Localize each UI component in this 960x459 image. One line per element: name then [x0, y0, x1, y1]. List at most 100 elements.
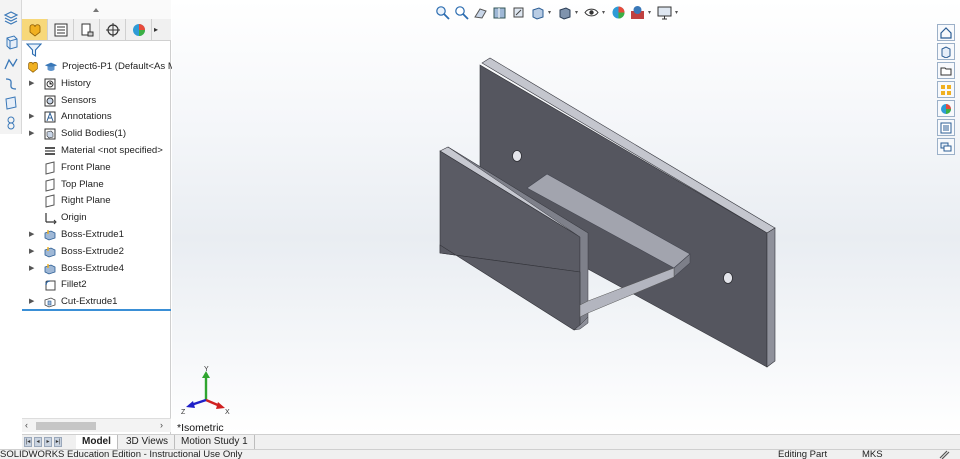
collapse-arrow-icon[interactable] — [92, 6, 100, 14]
tree-item[interactable]: Right Plane — [22, 193, 171, 210]
custom-properties-tab[interactable] — [937, 119, 955, 136]
tree-item[interactable]: ▶ History — [22, 76, 171, 93]
appearances-scenes-tab[interactable] — [937, 100, 955, 117]
tree-item[interactable]: Sensors — [22, 93, 171, 110]
tree-item[interactable]: ▶ Solid Bodies(1) — [22, 126, 171, 143]
dynamic-annotation-button[interactable] — [510, 4, 527, 21]
hide-show-dropdown[interactable]: ▾ — [602, 9, 608, 16]
tree-item[interactable]: Origin — [22, 210, 171, 227]
expand-arrow-icon[interactable]: ▶ — [29, 109, 37, 126]
mounting-hole-lower — [723, 272, 733, 284]
tab-display-manager[interactable] — [126, 19, 152, 40]
sensor-icon — [44, 95, 56, 107]
expand-arrow-icon[interactable]: ▶ — [29, 76, 37, 93]
first-tab-button[interactable]: |◂ — [24, 437, 32, 447]
origin-icon — [45, 213, 57, 225]
expand-arrow-icon[interactable]: ▶ — [29, 294, 37, 311]
tab-property-manager[interactable] — [48, 19, 74, 40]
surface-icon[interactable] — [3, 95, 19, 111]
tree-item-label: Boss-Extrude1 — [61, 228, 124, 240]
folder-icon — [940, 67, 952, 75]
weldment-icon[interactable] — [3, 115, 19, 131]
scroll-right-arrow-icon[interactable]: › — [160, 420, 163, 430]
display-style-dropdown[interactable]: ▾ — [575, 9, 581, 16]
edit-appearance-button[interactable] — [610, 4, 627, 21]
view-settings-button[interactable] — [656, 4, 673, 21]
design-library-tab[interactable] — [937, 43, 955, 60]
tree-item-label: Annotations — [61, 111, 112, 123]
solidworks-forum-tab[interactable] — [937, 138, 955, 155]
tree-item[interactable]: Front Plane — [22, 160, 171, 177]
tree-item[interactable]: ▶ Annotations — [22, 109, 171, 126]
hide-show-items-button[interactable] — [583, 4, 600, 21]
tab-feature-manager[interactable] — [22, 19, 48, 40]
layers-icon[interactable] — [3, 10, 19, 26]
previous-tab-button[interactable]: ◂ — [34, 437, 42, 447]
display-style-button[interactable] — [556, 4, 573, 21]
scene-dropdown[interactable]: ▾ — [648, 9, 654, 16]
panel-grip[interactable] — [22, 0, 171, 19]
zoom-to-fit-button[interactable] — [434, 4, 451, 21]
tree-item-label: Right Plane — [61, 195, 111, 207]
scrollbar-thumb[interactable] — [36, 422, 96, 430]
tree-item[interactable]: ▶ Boss-Extrude4 — [22, 261, 171, 278]
tree-item[interactable]: ▶ Boss-Extrude1 — [22, 227, 171, 244]
section-view-button[interactable] — [491, 4, 508, 21]
expand-arrow-icon[interactable]: ▶ — [29, 227, 37, 244]
tree-item-label: Top Plane — [61, 178, 104, 190]
previous-view-button[interactable] — [472, 4, 489, 21]
appearances-icon — [941, 103, 951, 114]
tree-root[interactable]: Project6-P1 (Default<As M — [22, 59, 176, 76]
tree-item[interactable]: ▶ Boss-Extrude2 — [22, 244, 171, 261]
expand-arrow-icon[interactable]: ▶ — [29, 244, 37, 261]
previous-view-icon — [474, 7, 487, 19]
curve-icon[interactable] — [3, 76, 19, 92]
tree-root-label: Project6-P1 (Default<As M — [62, 61, 176, 72]
tree-item-label: Front Plane — [61, 161, 111, 173]
last-tab-button[interactable]: ▸| — [54, 437, 62, 447]
scene-icon — [631, 5, 644, 19]
status-bar: SOLIDWORKS Education Edition - Instructi… — [0, 449, 960, 459]
apply-scene-button[interactable] — [629, 4, 646, 21]
zoom-to-fit-icon — [436, 5, 450, 20]
tab-dimxpert-manager[interactable] — [100, 19, 126, 40]
display-style-icon — [559, 6, 571, 20]
view-orientation-dropdown[interactable]: ▾ — [548, 9, 554, 16]
tab-configuration-manager[interactable] — [74, 19, 100, 40]
expand-arrow-icon[interactable]: ▶ — [29, 126, 37, 143]
view-orientation-button[interactable] — [529, 4, 546, 21]
extrude-cube-icon[interactable] — [3, 34, 19, 50]
part-model[interactable] — [432, 55, 792, 375]
tab-3d-views[interactable]: 3D Views — [120, 435, 176, 449]
sketch-icon[interactable] — [3, 56, 19, 72]
solidworks-resources-tab[interactable] — [937, 24, 955, 41]
tree-item[interactable]: Fillet2 — [22, 277, 171, 294]
tab-model[interactable]: Model — [76, 435, 118, 449]
tree-item[interactable]: ▶ Cut-Extrude1 — [22, 294, 171, 311]
feature-manager-icon — [29, 23, 40, 37]
graduation-cap-icon — [44, 62, 58, 71]
back-plate-side-edge — [766, 227, 776, 368]
tree-item[interactable]: Top Plane — [22, 177, 171, 194]
graphics-area[interactable]: ▾ ▾ ▾ ▾ ▾ Y X Z *Isometric — [172, 0, 960, 434]
dimxpert-icon — [105, 22, 120, 37]
home-icon — [940, 26, 952, 39]
view-palette-icon — [941, 84, 951, 95]
view-palette-tab[interactable] — [937, 81, 955, 98]
status-units-text[interactable]: MKS — [862, 450, 883, 459]
manager-tabs: ▸ — [22, 19, 171, 41]
next-tab-button[interactable]: ▸ — [44, 437, 52, 447]
tabs-scroll-right[interactable]: ▸ — [152, 19, 160, 40]
file-explorer-tab[interactable] — [937, 62, 955, 79]
view-settings-dropdown[interactable]: ▾ — [675, 9, 681, 16]
tree-item[interactable]: Material <not specified> — [22, 143, 171, 160]
plane-icon — [45, 177, 55, 192]
panel-horizontal-scrollbar[interactable]: ‹ › — [22, 418, 171, 432]
expand-arrow-icon[interactable]: ▶ — [29, 261, 37, 278]
zoom-to-area-button[interactable] — [453, 4, 470, 21]
filter-icon[interactable] — [26, 42, 42, 58]
rebuild-icon[interactable] — [938, 450, 950, 459]
scroll-left-arrow-icon[interactable]: ‹ — [25, 420, 28, 430]
tab-motion-study-1[interactable]: Motion Study 1 — [175, 435, 255, 449]
material-icon — [45, 146, 55, 155]
